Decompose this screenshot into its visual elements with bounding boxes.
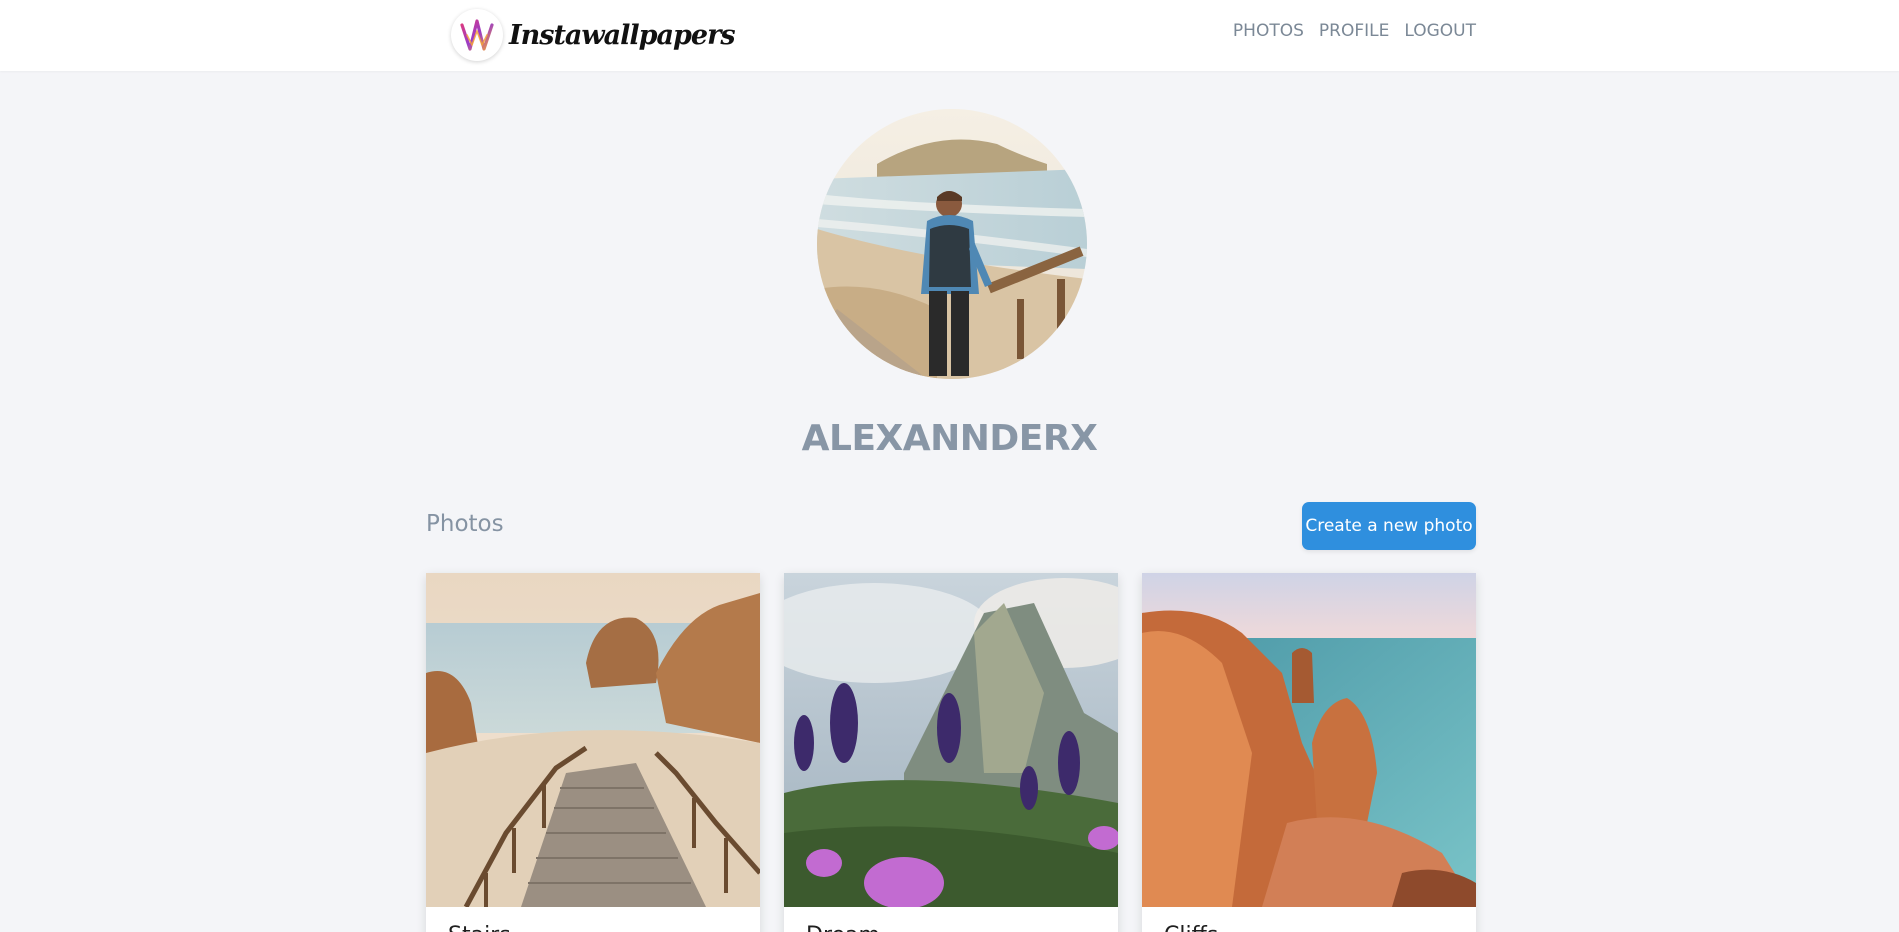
photo-title: Stairs: [448, 923, 511, 932]
photo-card-stairs[interactable]: Stairs: [426, 573, 760, 932]
photo-card-dream[interactable]: Dream: [784, 573, 1118, 932]
beach-stairs-photo: [426, 573, 760, 907]
photos-section-title: Photos: [426, 511, 504, 537]
instawallpapers-logo-icon: [451, 9, 503, 61]
photo-card-cliffs[interactable]: Cliffs: [1142, 573, 1476, 932]
create-photo-button[interactable]: Create a new photo: [1302, 502, 1476, 550]
main-nav: PHOTOS PROFILE LOGOUT: [1233, 21, 1476, 41]
brand-name: Instawallpapers: [509, 19, 736, 51]
profile-username: ALEXANNDERX: [801, 418, 1098, 459]
nav-link-photos[interactable]: PHOTOS: [1233, 21, 1304, 41]
photo-title: Dream: [806, 923, 880, 932]
top-navbar: Instawallpapers PHOTOS PROFILE LOGOUT: [0, 0, 1899, 71]
nav-link-profile[interactable]: PROFILE: [1319, 21, 1389, 41]
photo-title: Cliffs: [1164, 923, 1218, 932]
coastal-cliffs-photo: [1142, 573, 1476, 907]
brand-home-link[interactable]: Instawallpapers: [451, 9, 736, 61]
user-avatar-image: [817, 109, 1087, 379]
nav-link-logout[interactable]: LOGOUT: [1404, 21, 1476, 41]
mountain-flowers-photo: [784, 573, 1118, 907]
